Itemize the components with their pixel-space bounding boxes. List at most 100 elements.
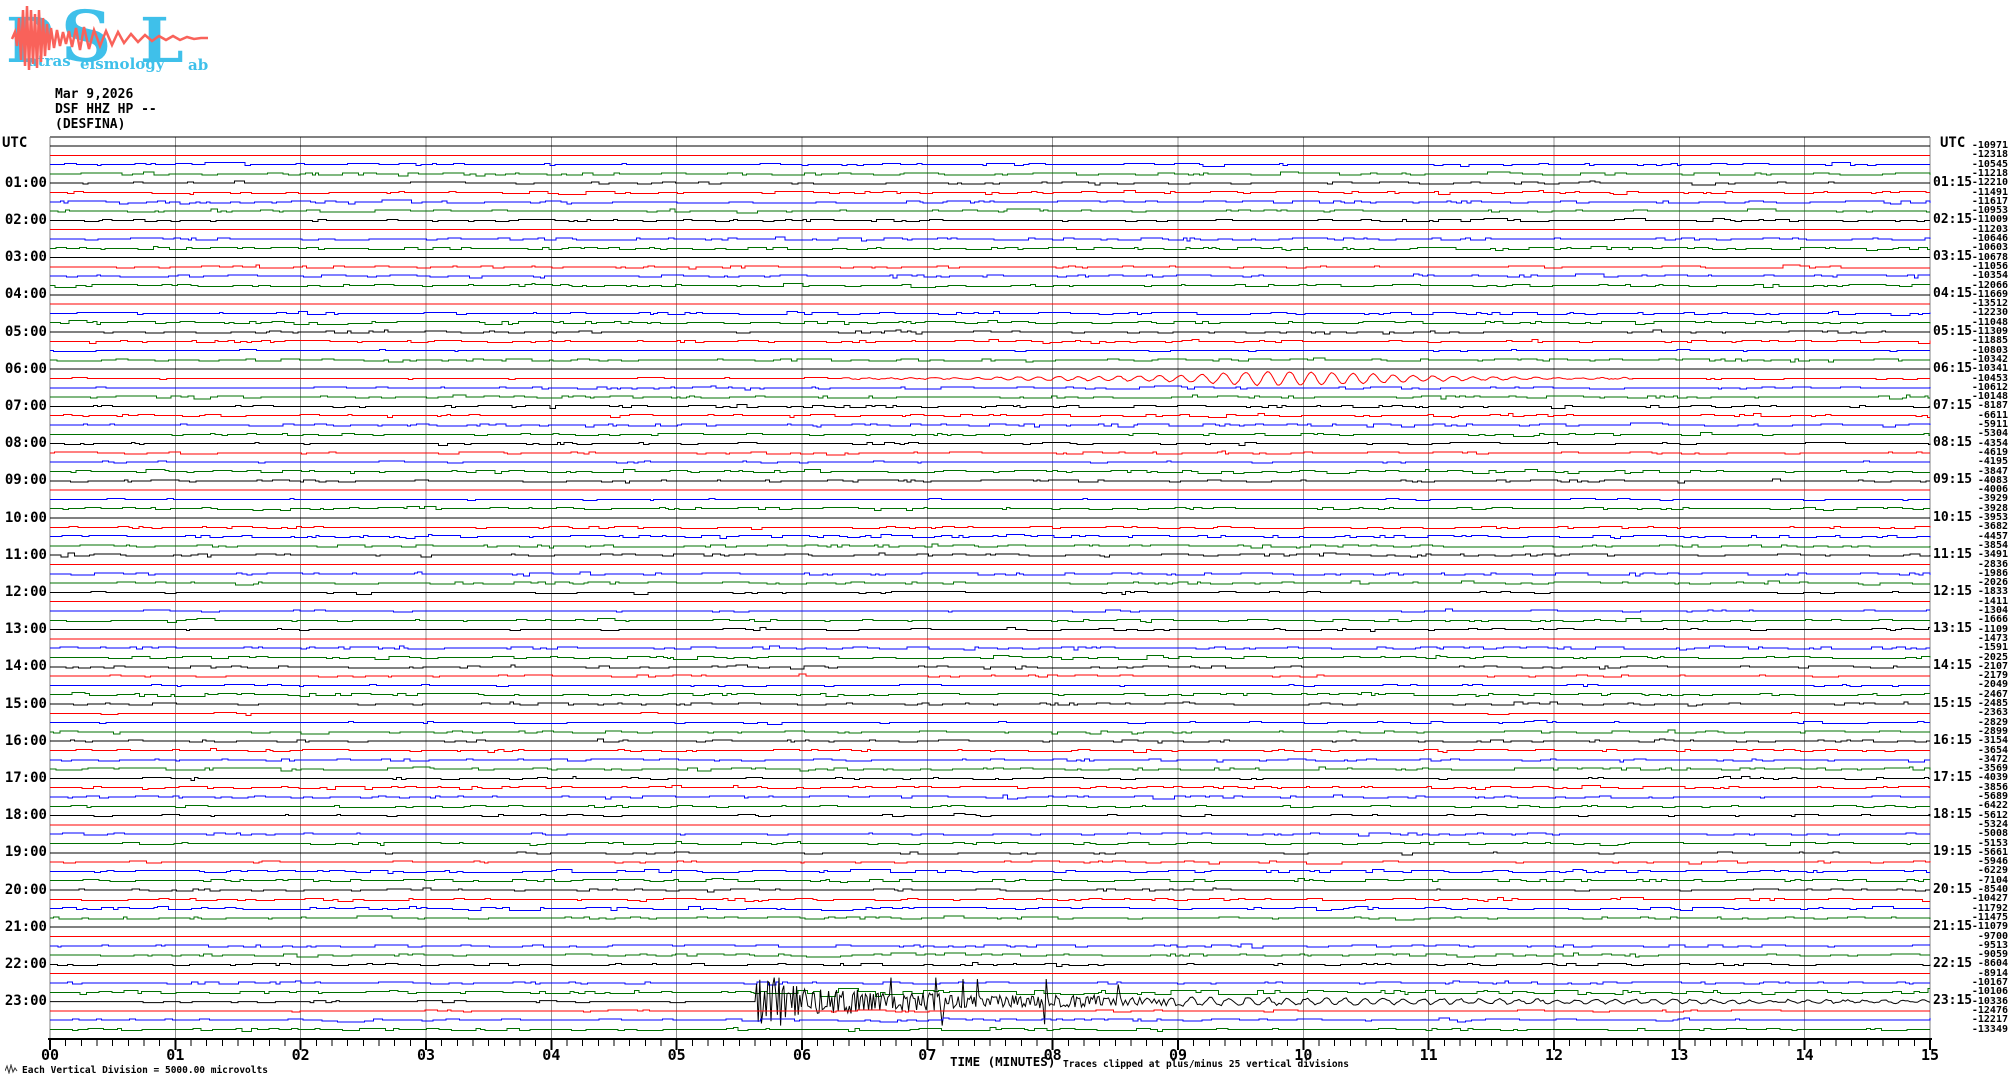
trace-row: [50, 775, 1930, 781]
trace-row: [50, 431, 1930, 437]
hour-label-left: 09:00: [4, 472, 47, 489]
minute-label: 13: [1670, 1046, 1689, 1064]
trace-row: [50, 460, 1930, 464]
trace-row: [50, 851, 1930, 856]
minute-label: 12: [1544, 1046, 1564, 1064]
minute-label: 11: [1419, 1046, 1438, 1064]
webicorder-page: P S L atras eismology ab Mar 9,2026 DSF …: [0, 0, 2010, 1080]
hour-label-left: 17:00: [4, 769, 47, 786]
trace-row: [50, 711, 1930, 716]
trace-row: [50, 320, 1931, 326]
trace-row: [50, 190, 1930, 195]
trace-row: [50, 841, 1930, 846]
trace-row: [50, 758, 1930, 763]
trace-row: [50, 1009, 1930, 1013]
trace-row: [50, 442, 1931, 447]
trace-row: [50, 1027, 1930, 1032]
trace-row: [50, 692, 1930, 698]
trace-row: [50, 403, 1930, 409]
trace-row: [50, 961, 1931, 967]
hour-label-left: 04:00: [4, 286, 47, 303]
trace-row: [50, 199, 1931, 205]
scale-note: Each Vertical Division = 5000.00 microvo…: [22, 1065, 268, 1076]
trace-row: [50, 952, 1930, 958]
hour-label-left: 05:00: [4, 323, 47, 340]
trace-row: [50, 608, 1930, 613]
trace-row: [50, 497, 1930, 501]
trace-offset-value: -13349: [1971, 1023, 2008, 1035]
trace-row: [50, 273, 1930, 279]
hour-label-left: 13:00: [4, 621, 47, 638]
plot-border: [48, 136, 1932, 1040]
trace-row: [50, 943, 1930, 949]
minute-label: 07: [918, 1046, 937, 1064]
hour-label-left: 19:00: [4, 844, 47, 861]
trace-row: [50, 394, 1930, 400]
trace-row: [50, 645, 1930, 651]
trace-row: [50, 283, 1930, 288]
trace-row: [50, 878, 1930, 884]
trace-row: [50, 208, 1930, 214]
trace-row: [50, 896, 1930, 902]
trace-row: [50, 422, 1931, 428]
trace-row: [50, 217, 1930, 222]
hour-label-left: 14:00: [4, 658, 47, 675]
trace-row: [50, 738, 1930, 744]
hour-label-left: 02:00: [4, 211, 47, 228]
trace-row: [50, 987, 1930, 997]
trace-row: [50, 357, 1930, 363]
hour-label-left: 20:00: [4, 881, 47, 898]
trace-row: [50, 813, 1931, 818]
hour-label-left: 21:00: [4, 918, 47, 935]
trace-row: [50, 469, 1930, 474]
trace-rows: [50, 145, 1931, 1032]
trace-row: [50, 868, 1930, 874]
trace-row: [50, 450, 1930, 456]
trace-row: [50, 664, 1930, 670]
trace-row: [50, 915, 1931, 921]
trace-row: [50, 264, 1930, 270]
trace-row: [50, 860, 1931, 865]
trace-row: [50, 590, 1930, 595]
trace-row: [50, 580, 1930, 586]
trace-row: [50, 804, 1930, 808]
minute-label: 00: [40, 1046, 60, 1064]
trace-row: [50, 506, 1930, 512]
helicorder-plot: [48, 136, 1932, 1050]
trace-row: [50, 371, 1930, 387]
minute-label: 03: [416, 1046, 436, 1064]
trace-row: [50, 673, 1930, 678]
hour-label-left: 06:00: [4, 360, 47, 377]
trace-row: [50, 1017, 1931, 1023]
trace-row: [50, 310, 1931, 316]
minute-label: 04: [542, 1046, 561, 1064]
hour-label-left: 22:00: [4, 955, 47, 972]
trace-row: [50, 552, 1931, 558]
trace-row: [50, 729, 1930, 735]
trace-row: [50, 171, 1931, 177]
trace-row: [50, 766, 1931, 772]
hour-label-left: 16:00: [4, 732, 47, 749]
trace-row: [50, 977, 1930, 1026]
minute-label: 06: [792, 1046, 812, 1064]
trace-row: [50, 525, 1931, 530]
hour-label-left: 10:00: [4, 509, 47, 526]
trace-row: [50, 720, 1930, 726]
trace-row: [50, 162, 1930, 168]
trace-row: [50, 349, 1930, 353]
trace-row: [50, 748, 1930, 753]
trace-row: [50, 338, 1931, 344]
trace-row: [50, 236, 1931, 242]
minute-label: 15: [1920, 1046, 1940, 1064]
trace-row: [50, 785, 1930, 791]
trace-row: [50, 627, 1930, 633]
trace-row: [50, 413, 1930, 419]
minute-label: 14: [1795, 1046, 1814, 1064]
hour-label-left: 11:00: [4, 546, 47, 563]
trace-row: [50, 385, 1931, 391]
hour-label-left: 03:00: [4, 249, 47, 266]
trace-row: [50, 887, 1930, 893]
trace-row: [50, 180, 1930, 186]
trace-row: [50, 906, 1930, 912]
hour-label-left: 01:00: [4, 174, 47, 191]
